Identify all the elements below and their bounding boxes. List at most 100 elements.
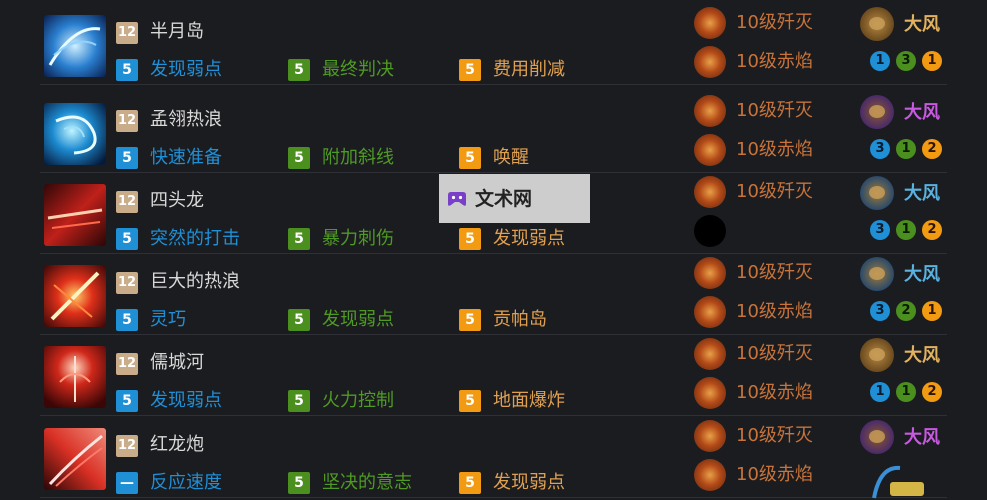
- tripod-perk-label: 附加斜线: [322, 147, 394, 168]
- tripod-choice-dot: 2: [922, 139, 942, 159]
- red-cross-slash-icon: [44, 265, 106, 327]
- gem-label: 10级歼灭: [736, 100, 813, 121]
- annihilation-gem-icon: [694, 176, 726, 208]
- skill-name: 四头龙: [150, 190, 204, 211]
- gem-label: 10级歼灭: [736, 262, 813, 283]
- tripod-perk-label: 发现弱点: [493, 228, 565, 249]
- gem-label: 10级赤焰: [736, 51, 813, 72]
- tripod-choice-dot: 3: [896, 51, 916, 71]
- tripod-choice-dot: 1: [896, 139, 916, 159]
- tripod-perk-label: 发现弱点: [493, 472, 565, 493]
- tripod-perk-label: 发现弱点: [150, 390, 222, 411]
- skill-level-badge: 12: [116, 353, 138, 375]
- skill-level-badge: 12: [116, 272, 138, 294]
- rune-label: 大风: [904, 427, 940, 448]
- tripod-perk-label: 火力控制: [322, 390, 394, 411]
- rune-icon: [860, 338, 894, 372]
- gem-label: 10级歼灭: [736, 181, 813, 202]
- skill-row[interactable]: 12 红龙炮 — 反应速度 5 坚决的意志 5 发现弱点 10级歼灭 10级赤焰 大风: [40, 416, 947, 498]
- rune-icon: [860, 257, 894, 291]
- rune-icon: [860, 7, 894, 41]
- annihilation-gem-icon: [694, 257, 726, 289]
- tripod-tier-badge: 5: [459, 147, 481, 169]
- gem-label: 10级歼灭: [736, 425, 813, 446]
- skill-level-badge: 12: [116, 435, 138, 457]
- tripod-perk-label: 灵巧: [150, 309, 186, 330]
- rune-icon: [860, 420, 894, 454]
- blue-vortex-icon: [44, 103, 106, 165]
- skill-name: 巨大的热浪: [150, 271, 240, 292]
- gem-label: 10级赤焰: [736, 464, 813, 485]
- tripod-tier-badge: —: [116, 472, 138, 494]
- skill-name: 红龙炮: [150, 434, 204, 455]
- tripod-tier-badge: 5: [116, 147, 138, 169]
- skill-level-badge: 12: [116, 191, 138, 213]
- annihilation-gem-icon: [694, 7, 726, 39]
- watermark-badge: 文术网: [439, 174, 590, 223]
- tripod-perk-label: 坚决的意志: [322, 472, 412, 493]
- annihilation-gem-icon: [694, 338, 726, 370]
- red-dragon-slash-icon: [44, 428, 106, 490]
- tripod-tier-badge: 5: [288, 309, 310, 331]
- gem-label: 10级赤焰: [736, 301, 813, 322]
- gamepad-logo-icon: [448, 192, 466, 206]
- skill-row[interactable]: 12 半月岛 5 发现弱点 5 最终判决 5 费用削减 10级歼灭 10级赤焰 大风 1 3 1: [40, 3, 947, 85]
- watermark-text: 文术网: [475, 188, 533, 210]
- tripod-perk-label: 暴力刺伤: [322, 228, 394, 249]
- skill-name: 孟翎热浪: [150, 109, 222, 130]
- tripod-tier-badge: 5: [459, 59, 481, 81]
- rune-label: 大风: [904, 264, 940, 285]
- tripod-choice-dot: 3: [870, 139, 890, 159]
- tripod-tier-badge: 5: [288, 390, 310, 412]
- tripod-tier-badge: 5: [288, 147, 310, 169]
- crimson-flame-gem-icon: [694, 134, 726, 166]
- crimson-flame-gem-icon: [694, 377, 726, 409]
- skill-level-badge: 12: [116, 22, 138, 44]
- blue-wave-icon: [44, 15, 106, 77]
- annihilation-gem-icon: [694, 95, 726, 127]
- annihilation-gem-icon: [694, 420, 726, 452]
- tripod-tier-badge: 5: [459, 390, 481, 412]
- rune-label: 大风: [904, 14, 940, 35]
- rune-label: 大风: [904, 345, 940, 366]
- tripod-perk-label: 贡帕岛: [493, 309, 547, 330]
- tripod-perk-label: 发现弱点: [150, 59, 222, 80]
- tripod-tier-badge: 5: [116, 390, 138, 412]
- tripod-choice-dot: 2: [922, 220, 942, 240]
- skill-name: 儒城河: [150, 352, 204, 373]
- skill-level-badge: 12: [116, 110, 138, 132]
- tripod-choice-dot: 1: [922, 51, 942, 71]
- tripod-tier-badge: 5: [459, 228, 481, 250]
- tripod-perk-label: 突然的打击: [150, 228, 240, 249]
- skill-row[interactable]: 12 巨大的热浪 5 灵巧 5 发现弱点 5 贡帕岛 10级歼灭 10级赤焰 大风 3 2 1: [40, 253, 947, 335]
- tripod-choice-dot: 1: [870, 382, 890, 402]
- tripod-choice-dot: 1: [870, 51, 890, 71]
- skill-row[interactable]: 12 孟翎热浪 5 快速准备 5 附加斜线 5 唤醒 10级歼灭 10级赤焰 大风 3 1 2: [40, 91, 947, 173]
- tripod-perk-label: 地面爆炸: [493, 390, 565, 411]
- gem-label: 10级歼灭: [736, 12, 813, 33]
- tripod-tier-badge: 5: [288, 472, 310, 494]
- tripod-choice-dot: 3: [870, 220, 890, 240]
- gem-label: 10级赤焰: [736, 382, 813, 403]
- tripod-perk-label: 唤醒: [493, 147, 529, 168]
- gem-label: 10级歼灭: [736, 343, 813, 364]
- tripod-tier-badge: 5: [288, 228, 310, 250]
- tripod-perk-label: 最终判决: [322, 59, 394, 80]
- skill-name: 半月岛: [150, 21, 204, 42]
- tripod-choice-dot: 1: [922, 301, 942, 321]
- rune-label: 大风: [904, 183, 940, 204]
- skill-row[interactable]: 12 儒城河 5 发现弱点 5 火力控制 5 地面爆炸 10级歼灭 10级赤焰 大风 1 1 2: [40, 334, 947, 416]
- corner-logo-icon: [872, 465, 924, 499]
- tripod-tier-badge: 5: [459, 472, 481, 494]
- tripod-tier-badge: 5: [459, 309, 481, 331]
- tripod-tier-badge: 5: [116, 59, 138, 81]
- tripod-tier-badge: 5: [116, 309, 138, 331]
- tripod-perk-label: 发现弱点: [322, 309, 394, 330]
- tripod-perk-label: 费用削减: [493, 59, 565, 80]
- tripod-perk-label: 反应速度: [150, 472, 222, 493]
- tripod-choice-dot: 2: [896, 301, 916, 321]
- tripod-choice-dot: 1: [896, 220, 916, 240]
- tripod-choice-dot: 2: [922, 382, 942, 402]
- red-slash-icon: [44, 184, 106, 246]
- tripod-tier-badge: 5: [288, 59, 310, 81]
